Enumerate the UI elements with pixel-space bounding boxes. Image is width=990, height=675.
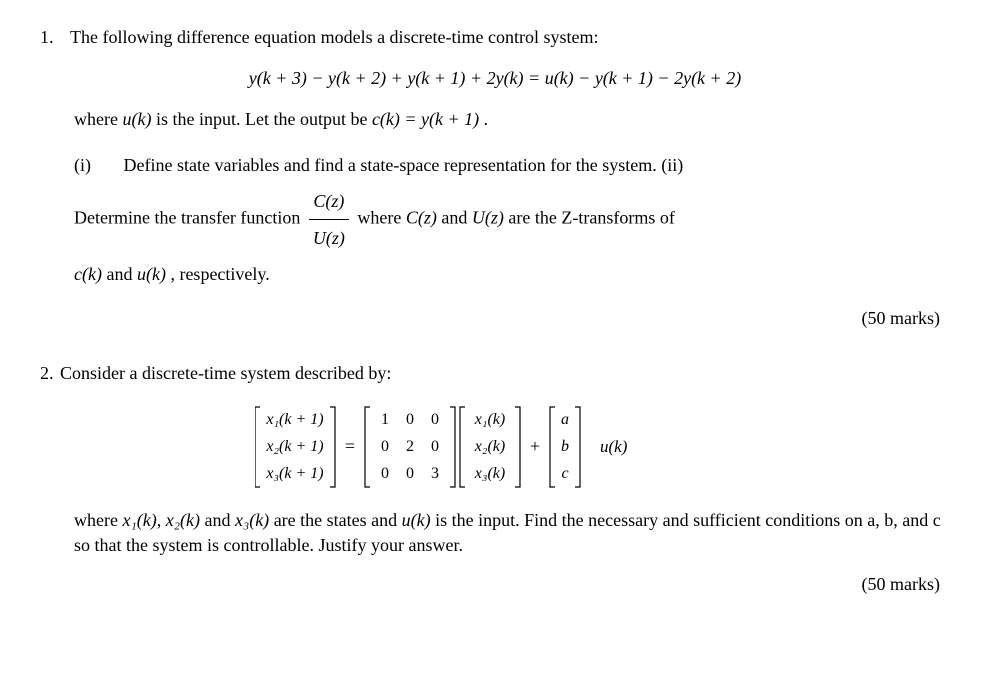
q1-line2-mid: and — [102, 264, 137, 284]
m-uk: u(k) — [600, 437, 628, 456]
m-plus: + — [530, 436, 540, 456]
question-1: 1. The following difference equation mod… — [40, 25, 950, 331]
q2-where: where x₁(k), x₂(k) and x₃(k) are the sta… — [74, 508, 950, 558]
q2-where-pre: where — [74, 510, 122, 530]
q1-and1: and — [437, 207, 472, 227]
q1-header: 1. The following difference equation mod… — [40, 25, 950, 50]
q1-marks: (50 marks) — [40, 306, 940, 331]
q1-part-ii-tail: are the Z-transforms of — [504, 207, 675, 227]
q2-header: 2. Consider a discrete-time system descr… — [40, 361, 950, 386]
m-A-22: 3 — [431, 465, 439, 482]
m-A-20: 0 — [381, 465, 389, 482]
m-A-11: 2 — [406, 438, 414, 455]
q1-where-ck: c(k) = y(k + 1) — [372, 109, 479, 129]
q1-intro: The following difference equation models… — [70, 25, 950, 50]
q1-frac-num: C(z) — [309, 183, 349, 220]
q1-part-ii-line2: c(k) and u(k) , respectively. — [74, 256, 950, 292]
m-A-02: 0 — [431, 411, 439, 428]
q1-fraction: C(z) U(z) — [309, 183, 349, 256]
m-A-12: 0 — [431, 438, 439, 455]
q2-uk: u(k) — [402, 510, 431, 530]
q1-part-ii-pre: Determine the transfer function — [74, 207, 305, 227]
q1-uz: U(z) — [472, 207, 504, 227]
q1-frac-den: U(z) — [309, 220, 349, 256]
m-B-2: c — [561, 465, 568, 482]
q2-and: and — [200, 510, 235, 530]
m-A-10: 0 — [381, 438, 389, 455]
q1-where-uk: u(k) — [122, 109, 151, 129]
q2-matrix-equation: x₁(k + 1) x₂(k + 1) x₃(k + 1) = 1 0 0 0 … — [40, 402, 950, 492]
m-x-1: x₂(k) — [474, 438, 505, 455]
q1-parts: (i) Define state variables and find a st… — [74, 147, 950, 292]
m-lhs-2: x₃(k + 1) — [265, 465, 323, 482]
m-lhs-0: x₁(k + 1) — [265, 411, 323, 428]
q1-where-pre: where — [74, 109, 122, 129]
q2-number: 2. — [40, 361, 60, 386]
question-2: 2. Consider a discrete-time system descr… — [40, 361, 950, 598]
q2-where-mid: are the states and — [269, 510, 401, 530]
m-A-00: 1 — [381, 411, 389, 428]
q1-where-mid: is the input. Let the output be — [151, 109, 371, 129]
q1-line2-uk: u(k) — [137, 264, 166, 284]
q1-line2-end: , respectively. — [166, 264, 270, 284]
matrix-svg: x₁(k + 1) x₂(k + 1) x₃(k + 1) = 1 0 0 0 … — [255, 402, 735, 492]
q2-x1: x₁(k) — [122, 510, 156, 530]
q1-number: 1. — [40, 25, 70, 50]
m-B-1: b — [561, 438, 569, 455]
m-x-2: x₃(k) — [474, 465, 505, 482]
m-equals: = — [345, 436, 355, 456]
q1-part-i-text: Define state variables and find a state-… — [124, 155, 684, 175]
q2-x3: x₃(k) — [235, 510, 269, 530]
m-B-0: a — [561, 411, 569, 428]
q1-part-i-line: (i) Define state variables and find a st… — [74, 147, 950, 183]
m-A-21: 0 — [406, 465, 414, 482]
q1-where: where u(k) is the input. Let the output … — [74, 107, 950, 132]
m-A-01: 0 — [406, 411, 414, 428]
q2-intro: Consider a discrete-time system describe… — [60, 361, 950, 386]
q2-comma1: , — [157, 510, 166, 530]
q2-marks: (50 marks) — [40, 572, 940, 597]
q1-equation: y(k + 3) − y(k + 2) + y(k + 1) + 2y(k) =… — [40, 66, 950, 91]
q1-where-end: . — [479, 109, 488, 129]
q1-part-ii-line1: Determine the transfer function C(z) U(z… — [74, 183, 950, 256]
q1-cz: C(z) — [406, 207, 437, 227]
m-x-0: x₁(k) — [474, 411, 505, 428]
q2-x2: x₂(k) — [166, 510, 200, 530]
q1-part-i-label: (i) — [74, 147, 119, 183]
m-lhs-1: x₂(k + 1) — [265, 438, 323, 455]
q1-part-ii-mid: where — [357, 207, 405, 227]
q1-line2-ck: c(k) — [74, 264, 102, 284]
